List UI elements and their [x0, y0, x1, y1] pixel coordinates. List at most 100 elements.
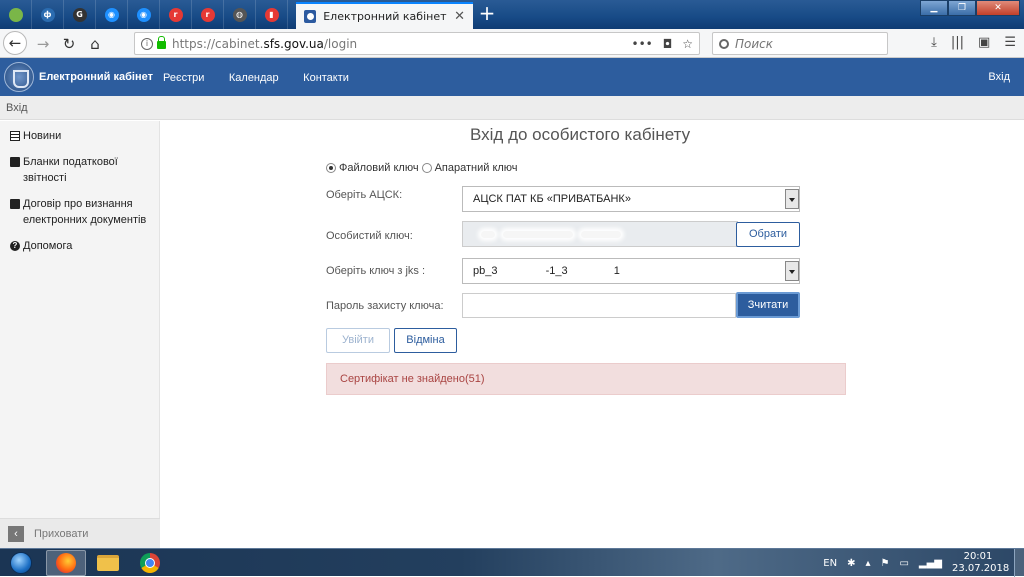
- sidebar-item-news[interactable]: Новини: [0, 128, 159, 144]
- jks-key-label: Оберіть ключ з jks :: [326, 265, 426, 277]
- pinned-tab[interactable]: ◉: [96, 0, 128, 29]
- sidebar-item-label: Договір про визнання електронних докумен…: [23, 198, 147, 226]
- search-bar[interactable]: [712, 32, 888, 55]
- taskbar-chrome[interactable]: [130, 550, 170, 576]
- pinned-tab[interactable]: ◍: [224, 0, 256, 29]
- jks-key-select[interactable]: pb_3 -1_3 1: [462, 258, 800, 284]
- taskbar-explorer[interactable]: [88, 550, 128, 576]
- firefox-icon: [56, 553, 76, 573]
- page-actions-icon[interactable]: •••: [632, 37, 653, 51]
- error-alert: Сертифікат не знайдено(51): [326, 363, 846, 395]
- password-field[interactable]: [462, 293, 736, 318]
- bars-icon: ▮: [264, 7, 279, 22]
- sidebar-item-tax-forms[interactable]: Бланки податкової звітності: [0, 154, 159, 186]
- search-icon: [719, 38, 729, 49]
- collapse-label: Приховати: [34, 527, 89, 540]
- private-key-field: [462, 221, 738, 247]
- reload-button[interactable]: ↻: [58, 33, 80, 55]
- show-desktop-button[interactable]: [1014, 549, 1024, 577]
- read-key-button[interactable]: Зчитати: [736, 292, 800, 318]
- battery-icon[interactable]: ▭: [899, 558, 908, 569]
- sidebar-toggle-icon[interactable]: ▣: [978, 35, 990, 50]
- start-button[interactable]: [4, 550, 38, 576]
- windows-orb-icon: [10, 552, 32, 574]
- clock[interactable]: 20:01 23.07.2018: [952, 551, 1010, 575]
- target-icon: ◉: [136, 7, 151, 22]
- quote-icon: G: [72, 7, 87, 22]
- newspaper-icon: [10, 131, 20, 141]
- breadcrumb-item: Вхід: [6, 102, 28, 114]
- jks-value-part: 1: [613, 265, 620, 277]
- pinned-tab[interactable]: r: [192, 0, 224, 29]
- sidebar: Новини Бланки податкової звітності Догов…: [0, 121, 160, 548]
- menu-calendar[interactable]: Календар: [229, 72, 279, 84]
- menu-icon[interactable]: ☰: [1004, 35, 1016, 50]
- radio-hardware-label[interactable]: Апаратний ключ: [435, 162, 518, 174]
- pinned-tab[interactable]: r: [160, 0, 192, 29]
- pinned-tab[interactable]: ▮: [256, 0, 288, 29]
- bluetooth-icon[interactable]: ✱: [847, 558, 855, 569]
- pocket-icon[interactable]: ◘: [663, 37, 673, 51]
- globe-icon: ◍: [232, 7, 247, 22]
- network-signal-icon[interactable]: ▂▄▆: [919, 558, 942, 569]
- close-window-button[interactable]: ✕: [976, 0, 1020, 16]
- acsk-select[interactable]: АЦСК ПАТ КБ «ПРИВАТБАНК»: [462, 186, 800, 212]
- browser-tab-strip: фG◉◉rr◍▮ Електронний кабінет платника ✕ …: [0, 0, 1024, 29]
- book-icon: [10, 157, 20, 167]
- password-label: Пароль захисту ключа:: [326, 300, 444, 312]
- windows-taskbar: EN ✱ ▴ ⚑ ▭ ▂▄▆ 20:01 23.07.2018: [0, 548, 1024, 577]
- url-bar[interactable]: i https://cabinet.sfs.gov.ua/login ••• ◘…: [134, 32, 700, 55]
- menu-contacts[interactable]: Контакти: [303, 72, 349, 84]
- download-icon[interactable]: ⤓: [931, 35, 937, 50]
- sidebar-item-agreement[interactable]: Договір про визнання електронних докумен…: [0, 196, 159, 228]
- close-tab-icon[interactable]: ✕: [454, 9, 465, 24]
- pinned-tab[interactable]: ф: [32, 0, 64, 29]
- radio-hardware-key[interactable]: [421, 163, 432, 173]
- active-tab[interactable]: Електронний кабінет платника ✕: [296, 2, 473, 29]
- header-login-link[interactable]: Вхід: [988, 71, 1010, 83]
- pinned-tab[interactable]: [0, 0, 32, 29]
- collapse-sidebar-button[interactable]: ‹ Приховати: [0, 518, 160, 548]
- sidebar-item-help[interactable]: ? Допомога: [0, 238, 159, 254]
- chrome-icon: [140, 553, 160, 573]
- forward-button[interactable]: →: [32, 33, 54, 55]
- library-icon[interactable]: |||: [951, 35, 964, 50]
- chevron-down-icon[interactable]: [785, 261, 799, 281]
- menu-registries[interactable]: Реєстри: [163, 72, 204, 84]
- lock-icon[interactable]: [157, 36, 166, 49]
- page-title: Вхід до особистого кабінету: [470, 125, 691, 144]
- action-center-flag-icon[interactable]: ⚑: [881, 558, 890, 569]
- acsk-label: Оберіть АЦСК:: [326, 189, 403, 201]
- search-input[interactable]: [735, 36, 875, 51]
- target-icon: ◉: [104, 7, 119, 22]
- window-controls: ▁ ❐ ✕: [920, 0, 1020, 16]
- system-tray: EN ✱ ▴ ⚑ ▭ ▂▄▆ 20:01 23.07.2018: [823, 549, 1024, 577]
- browse-key-button[interactable]: Обрати: [736, 222, 800, 247]
- breadcrumb: Вхід: [0, 96, 1024, 120]
- sfs-logo-icon[interactable]: [4, 62, 34, 92]
- pinned-tab[interactable]: ◉: [128, 0, 160, 29]
- home-button[interactable]: ⌂: [84, 33, 106, 55]
- minimize-button[interactable]: ▁: [920, 0, 948, 16]
- sidebar-item-label: Новини: [23, 130, 62, 142]
- chevron-down-icon[interactable]: [785, 189, 799, 209]
- radio-file-key[interactable]: [326, 163, 336, 173]
- maximize-button[interactable]: ❐: [948, 0, 976, 16]
- taskbar-firefox[interactable]: [46, 550, 86, 576]
- r-icon: r: [168, 7, 183, 22]
- tray-expand-icon[interactable]: ▴: [865, 558, 870, 569]
- new-tab-button[interactable]: +: [477, 3, 497, 25]
- cancel-button[interactable]: Відміна: [394, 328, 457, 353]
- pinned-tab[interactable]: G: [64, 0, 96, 29]
- info-icon[interactable]: i: [141, 37, 153, 50]
- back-button[interactable]: ←: [3, 31, 27, 55]
- brand-title[interactable]: Електронний кабінет: [39, 71, 153, 83]
- login-button[interactable]: Увійти: [326, 328, 390, 353]
- radio-file-label[interactable]: Файловий ключ: [339, 162, 419, 174]
- language-indicator[interactable]: EN: [823, 558, 837, 569]
- site-header: Електронний кабінет Реєстри Календар Кон…: [0, 58, 1024, 96]
- url-text[interactable]: https://cabinet.sfs.gov.ua/login: [172, 37, 632, 51]
- bookmark-star-icon[interactable]: ☆: [682, 37, 693, 51]
- sidebar-item-label: Бланки податкової звітності: [23, 156, 118, 184]
- clock-date: 23.07.2018: [952, 563, 1010, 574]
